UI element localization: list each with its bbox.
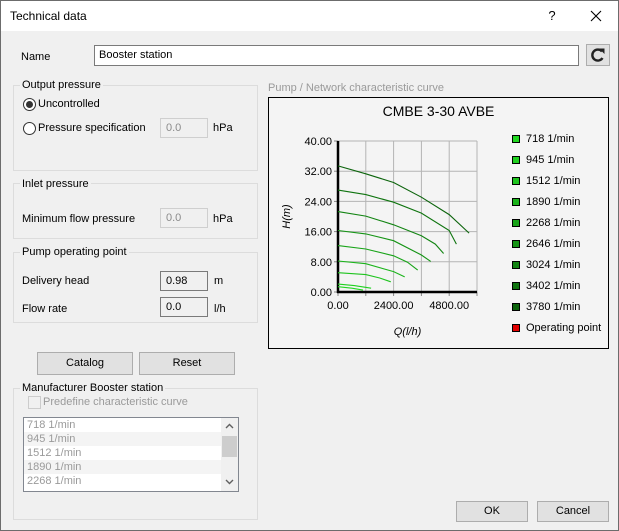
x-tick-label: 0.00 [327, 300, 348, 312]
help-button[interactable]: ? [539, 3, 565, 29]
title-bar: Technical data ? [1, 1, 618, 31]
inlet-pressure-group [13, 183, 258, 239]
pressure-specification-label: Pressure specification [38, 122, 146, 134]
legend-swatch [512, 282, 520, 290]
refresh-icon [591, 48, 605, 62]
legend-item: 718 1/min [512, 133, 574, 145]
curve-3402 [337, 189, 457, 245]
legend-swatch [512, 156, 520, 164]
pressure-specification-radio[interactable] [23, 122, 36, 135]
legend-item: 3024 1/min [512, 259, 580, 271]
min-flow-pressure-label: Minimum flow pressure [22, 213, 136, 225]
legend-swatch [512, 135, 520, 143]
scroll-thumb[interactable] [222, 436, 237, 457]
manufacturer-title: Manufacturer Booster station [20, 382, 166, 394]
pump-operating-point-title: Pump operating point [20, 246, 129, 258]
y-tick-label: 16.00 [304, 227, 332, 239]
legend-swatch [512, 261, 520, 269]
curve-2268 [337, 245, 419, 271]
name-input[interactable]: Booster station [94, 45, 579, 66]
y-axis-label: H(m) [281, 204, 293, 229]
legend-label: Operating point [526, 322, 602, 334]
technical-data-dialog: Technical data ? Name Booster station Ou… [0, 0, 619, 531]
legend-item: 2268 1/min [512, 217, 580, 229]
legend-item: 2646 1/min [512, 238, 580, 250]
list-item[interactable]: 1512 1/min [24, 446, 238, 460]
predefine-curve-label: Predefine characteristic curve [43, 396, 188, 408]
inlet-pressure-title: Inlet pressure [20, 178, 91, 190]
close-icon [590, 10, 602, 22]
close-button[interactable] [579, 3, 613, 29]
output-pressure-title: Output pressure [20, 79, 103, 91]
catalog-button[interactable]: Catalog [37, 352, 133, 375]
flow-rate-unit: l/h [214, 303, 226, 315]
min-flow-pressure-input[interactable]: 0.0 [160, 208, 208, 228]
legend-swatch [512, 219, 520, 227]
legend-label: 3402 1/min [526, 280, 581, 292]
legend-swatch [512, 198, 520, 206]
uncontrolled-radio[interactable] [23, 98, 36, 111]
legend-label: 718 1/min [526, 133, 575, 145]
y-tick-label: 0.00 [311, 287, 332, 299]
legend-label: 2646 1/min [526, 238, 581, 250]
x-tick-label: 2400.00 [374, 300, 414, 312]
list-item[interactable]: 2268 1/min [24, 474, 238, 488]
flow-rate-input[interactable]: 0.0 [160, 297, 208, 317]
curve-1890 [337, 260, 405, 278]
y-tick-label: 8.00 [311, 257, 332, 269]
legend-label: 945 1/min [526, 154, 575, 166]
curve-1512 [337, 272, 391, 283]
legend-label: 1890 1/min [526, 196, 581, 208]
scroll-up-icon[interactable] [221, 418, 238, 435]
cancel-button[interactable]: Cancel [537, 501, 609, 522]
curve-718 [337, 286, 364, 291]
speed-listbox[interactable]: 718 1/min 945 1/min 1512 1/min 1890 1/mi… [23, 417, 239, 492]
min-flow-pressure-unit: hPa [213, 213, 233, 225]
reset-button[interactable]: Reset [139, 352, 235, 375]
legend-item: 3402 1/min [512, 280, 580, 292]
flow-rate-label: Flow rate [22, 303, 68, 315]
dialog-title: Technical data [10, 9, 87, 23]
pressure-specification-input[interactable]: 0.0 [160, 118, 208, 138]
delivery-head-unit: m [214, 275, 224, 287]
delivery-head-label: Delivery head [22, 275, 90, 287]
legend-item: 3780 1/min [512, 301, 580, 313]
list-item[interactable]: 945 1/min [24, 432, 238, 446]
legend-item: Operating point [512, 322, 601, 334]
ok-button[interactable]: OK [456, 501, 528, 522]
y-tick-label: 40.00 [304, 136, 332, 148]
listbox-scrollbar[interactable] [221, 418, 238, 491]
legend-item: 1890 1/min [512, 196, 580, 208]
y-tick-label: 24.00 [304, 196, 332, 208]
legend-swatch [512, 240, 520, 248]
legend-swatch [512, 303, 520, 311]
chart-caption: Pump / Network characteristic curve [268, 82, 445, 94]
list-item[interactable]: 1890 1/min [24, 460, 238, 474]
refresh-button[interactable] [586, 44, 610, 66]
predefine-curve-checkbox[interactable] [28, 396, 41, 409]
curve-2646 [337, 229, 432, 262]
legend-swatch [512, 324, 520, 332]
x-tick-label: 4800.00 [429, 300, 469, 312]
delivery-head-input[interactable]: 0.98 [160, 271, 208, 291]
pressure-unit-label: hPa [213, 122, 233, 134]
y-tick-label: 32.00 [304, 166, 332, 178]
legend-item: 945 1/min [512, 154, 574, 166]
scroll-down-icon[interactable] [221, 474, 238, 491]
legend-label: 2268 1/min [526, 217, 581, 229]
chart-panel: CMBE 3-30 AVBE 0.00 2400.00 4800.00 0.00 8.0… [268, 97, 609, 349]
legend-item: 1512 1/min [512, 175, 580, 187]
legend-label: 3024 1/min [526, 259, 581, 271]
uncontrolled-label: Uncontrolled [38, 98, 100, 110]
name-label: Name [21, 51, 51, 63]
legend-swatch [512, 177, 520, 185]
list-item[interactable]: 718 1/min [24, 418, 238, 432]
legend-label: 3780 1/min [526, 301, 581, 313]
x-axis-label: Q(l/h) [394, 326, 422, 338]
legend-label: 1512 1/min [526, 175, 581, 187]
